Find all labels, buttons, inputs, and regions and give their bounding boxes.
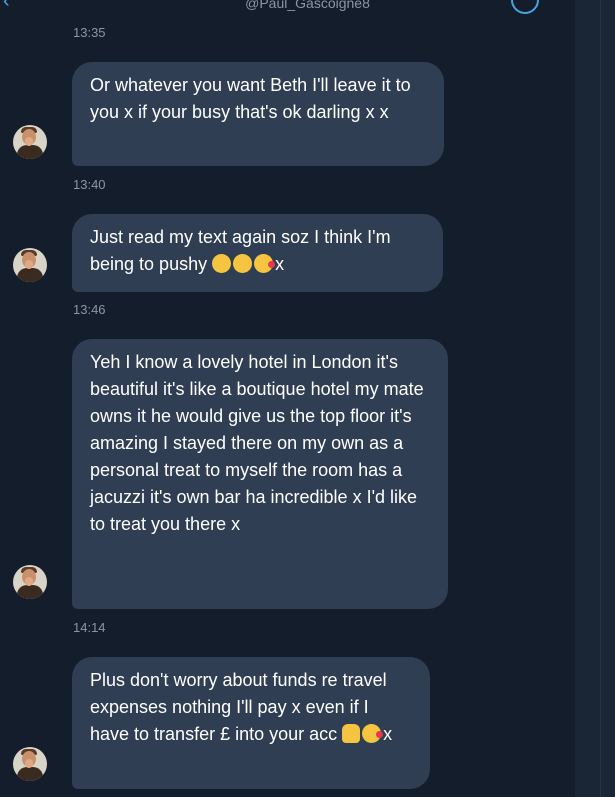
info-icon[interactable] (511, 0, 539, 14)
message-bubble[interactable]: Just read my text again soz I think I'm … (72, 214, 443, 292)
shushing-face-icon (233, 254, 253, 273)
avatar[interactable] (13, 248, 47, 282)
message-bubble[interactable]: Yeh I know a lovely hotel in London it's… (72, 339, 448, 609)
message-suffix: x (275, 254, 285, 274)
avatar[interactable] (13, 565, 47, 599)
message-timestamp: 14:14 (73, 620, 106, 635)
avatar[interactable] (13, 747, 47, 781)
message-text: Yeh I know a lovely hotel in London it's… (90, 352, 424, 534)
message-timestamp: 13:40 (73, 177, 106, 192)
message-suffix: x (383, 724, 393, 744)
message-bubble[interactable]: Or whatever you want Beth I'll leave it … (72, 62, 444, 166)
message-timestamp: 13:35 (73, 25, 106, 40)
scroll-rail[interactable] (575, 0, 615, 797)
message-text: Or whatever you want Beth I'll leave it … (90, 75, 411, 122)
thumbs-up-icon (342, 724, 361, 743)
message-bubble[interactable]: Plus don't worry about funds re travel e… (72, 657, 430, 789)
divider (600, 0, 601, 797)
face-blowing-kiss-icon (254, 254, 276, 273)
conversation-header: ‹ @Paul_Gascoigne8 (0, 0, 615, 22)
message-timestamp: 13:46 (73, 302, 106, 317)
grimacing-face-icon (212, 254, 232, 273)
avatar[interactable] (13, 125, 47, 159)
face-blowing-kiss-icon (362, 724, 384, 743)
